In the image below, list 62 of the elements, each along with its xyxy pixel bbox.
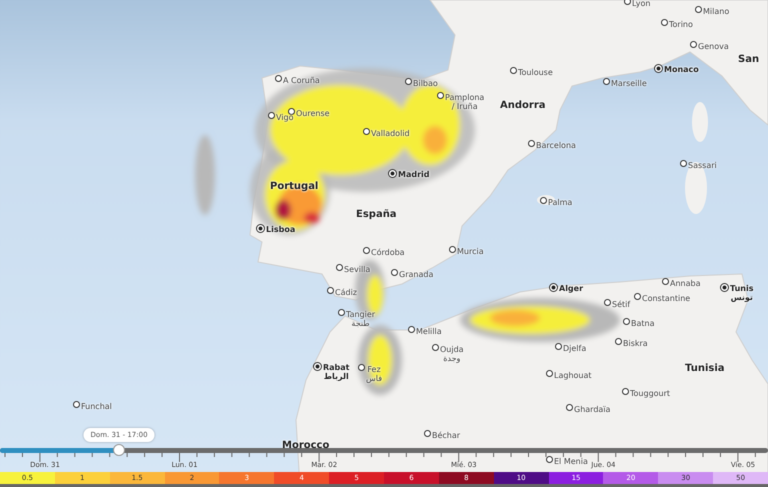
city-label: Córdoba	[371, 249, 405, 258]
city-label: Lisboa	[266, 226, 296, 235]
city-marker-icon	[408, 326, 415, 333]
city-label: Cádiz	[335, 289, 357, 298]
city-label: Batna	[631, 320, 654, 329]
city-label: Palma	[548, 199, 572, 208]
city-label: Touggourt	[630, 390, 670, 399]
city-marker-icon	[690, 41, 697, 48]
city-marker-icon	[313, 362, 322, 371]
city-label: Funchal	[81, 403, 112, 412]
city-label: Genova	[698, 43, 729, 52]
city-marker-icon	[624, 0, 631, 5]
city-marker-icon	[680, 160, 687, 167]
city-marker-icon	[391, 269, 398, 276]
city-label: Valladolid	[371, 130, 410, 139]
city-label: Sevilla	[344, 266, 370, 275]
city-label: Toulouse	[518, 69, 553, 78]
city-label: Lyon	[632, 0, 650, 9]
city-label: Monaco	[664, 66, 699, 75]
city-marker-icon	[662, 278, 669, 285]
city-label: Vigo	[276, 114, 294, 123]
city-marker-icon	[363, 247, 370, 254]
city-label: Marseille	[611, 80, 647, 89]
city-label: Barcelona	[536, 142, 576, 151]
country-label: Portugal	[270, 181, 318, 192]
city-marker-icon	[549, 283, 558, 292]
city-label: A Coruña	[283, 77, 320, 86]
city-label: Ghardaïa	[574, 406, 610, 415]
city-label: Torino	[669, 21, 693, 30]
city-label: Melilla	[416, 328, 442, 337]
city-marker-icon	[566, 404, 573, 411]
city-marker-icon	[654, 64, 663, 73]
city-marker-icon	[73, 401, 80, 408]
city-marker-icon	[338, 309, 345, 316]
city-label: Biskra	[623, 340, 648, 349]
city-label: Madrid	[398, 171, 430, 180]
city-label: Béchar	[432, 432, 460, 441]
city-label: Constantine	[642, 295, 690, 304]
timeline-handle[interactable]	[113, 444, 126, 456]
city-label: Alger	[559, 285, 584, 294]
city-marker-icon	[634, 293, 641, 300]
city-label: Annaba	[670, 280, 700, 289]
city-label: Murcia	[457, 248, 484, 257]
city-marker-icon	[603, 78, 610, 85]
city-label: Ourense	[296, 110, 330, 119]
city-marker-icon	[275, 75, 282, 82]
country-label: Tunisia	[685, 363, 725, 374]
city-label: Djelfa	[563, 345, 586, 354]
city-label: Sassari	[688, 162, 717, 171]
country-label: San	[738, 54, 760, 65]
country-label: Morocco	[282, 440, 330, 451]
country-label: Andorra	[500, 100, 546, 111]
city-label: El Menia	[554, 458, 588, 467]
city-label: Bilbao	[413, 80, 438, 89]
country-label: España	[356, 209, 397, 220]
city-label: Granada	[399, 271, 434, 280]
city-marker-icon	[327, 287, 334, 294]
city-marker-icon	[432, 344, 439, 351]
city-marker-icon	[288, 108, 295, 115]
city-label: Laghouat	[554, 372, 592, 381]
city-label: Sétif	[612, 301, 630, 310]
city-label: Milano	[703, 8, 730, 17]
